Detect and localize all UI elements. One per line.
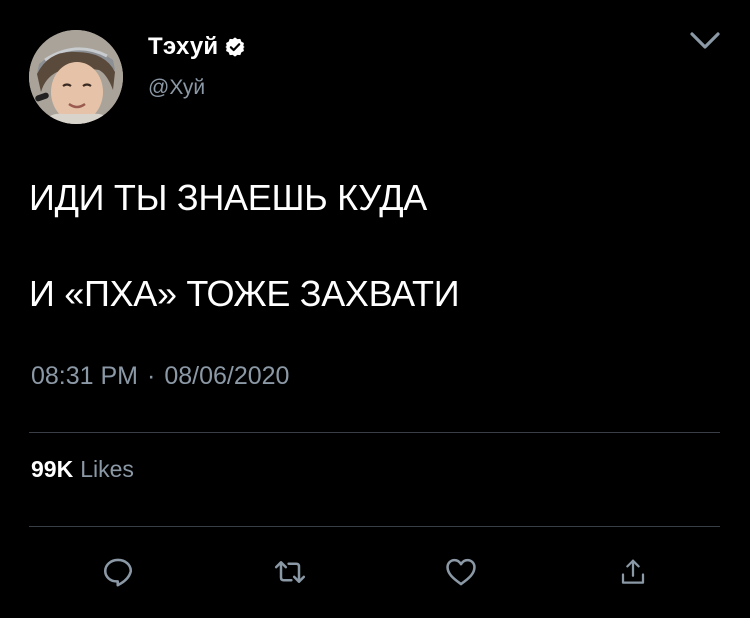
avatar[interactable] <box>29 30 123 124</box>
display-name[interactable]: Тэхуй <box>148 33 218 61</box>
likes-stat[interactable]: 99K Likes <box>31 456 134 483</box>
divider <box>29 432 720 433</box>
tweet-actions <box>0 548 750 598</box>
tweet-card: Тэхуй @Хуй ИДИ ТЫ ЗНАЕШЬ КУДА И «ПХА» ТО… <box>0 0 750 618</box>
tweet-date: 08/06/2020 <box>164 362 290 390</box>
likes-count: 99K <box>31 456 74 482</box>
divider <box>29 526 720 527</box>
avatar-image <box>29 30 123 124</box>
likes-label: Likes <box>80 456 134 482</box>
like-button[interactable] <box>437 548 485 596</box>
retweet-icon <box>274 561 306 583</box>
tweet-time: 08:31 PM <box>31 362 139 390</box>
timestamp-separator: · <box>147 362 156 390</box>
verified-badge-icon <box>224 36 246 58</box>
share-button[interactable] <box>609 548 657 596</box>
tweet-timestamp[interactable]: 08:31 PM · 08/06/2020 <box>31 362 289 391</box>
reply-button[interactable] <box>94 548 142 596</box>
tweet-text: ИДИ ТЫ ЗНАЕШЬ КУДА И «ПХА» ТОЖЕ ЗАХВАТИ <box>29 174 719 318</box>
author-handle[interactable]: @Хуй <box>148 76 205 100</box>
retweet-button[interactable] <box>266 548 314 596</box>
heart-icon <box>446 558 476 586</box>
chevron-down-icon[interactable] <box>688 28 722 54</box>
author-name-row[interactable]: Тэхуй <box>148 30 246 64</box>
tweet-text-line: И «ПХА» ТОЖЕ ЗАХВАТИ <box>29 273 460 314</box>
share-icon <box>621 559 645 584</box>
reply-icon <box>103 558 133 587</box>
tweet-text-line: ИДИ ТЫ ЗНАЕШЬ КУДА <box>29 177 428 218</box>
